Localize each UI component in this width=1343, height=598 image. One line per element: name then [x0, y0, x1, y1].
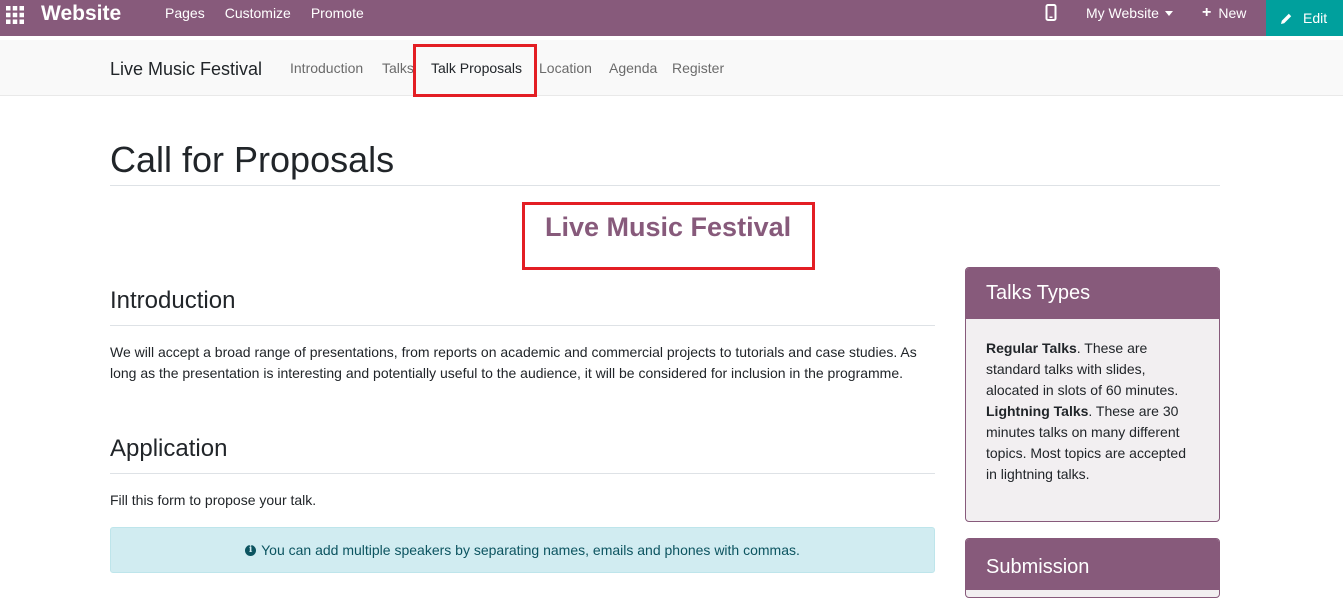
tab-agenda[interactable]: Agenda: [609, 60, 657, 76]
title-divider: [110, 185, 1220, 186]
website-switcher[interactable]: My Website: [1086, 5, 1173, 21]
menu-customize[interactable]: Customize: [225, 5, 291, 21]
introduction-heading: Introduction: [110, 287, 236, 314]
talk-types-heading: Talks Types: [966, 268, 1219, 319]
menu-pages[interactable]: Pages: [165, 5, 205, 21]
highlight-box-subtitle: [522, 202, 815, 270]
regular-talks-label: Regular Talks: [986, 340, 1077, 356]
mobile-preview-icon[interactable]: [1044, 4, 1058, 22]
talk-types-card: Talks Types Regular Talks. These are sta…: [965, 267, 1220, 522]
introduction-divider: [110, 325, 935, 326]
info-circle-icon: i: [245, 544, 257, 556]
new-button-label: New: [1218, 5, 1247, 21]
edit-button[interactable]: Edit: [1266, 0, 1343, 36]
application-text: Fill this form to propose your talk.: [110, 492, 317, 508]
apps-grid-icon[interactable]: [6, 6, 24, 24]
new-button[interactable]: + New: [1202, 4, 1247, 22]
admin-top-bar: Website Pages Customize Promote My Websi…: [0, 0, 1343, 36]
edit-button-label: Edit: [1303, 10, 1328, 26]
plus-icon: +: [1202, 4, 1212, 21]
tab-register[interactable]: Register: [672, 60, 724, 76]
submission-card: Submission: [965, 538, 1220, 598]
menu-promote[interactable]: Promote: [311, 5, 364, 21]
application-divider: [110, 473, 935, 474]
introduction-text: We will accept a broad range of presenta…: [110, 344, 917, 381]
alert-text: You can add multiple speakers by separat…: [261, 542, 800, 558]
tab-talks[interactable]: Talks: [382, 60, 414, 76]
speakers-info-alert: i You can add multiple speakers by separ…: [110, 527, 935, 573]
top-menu: Pages Customize Promote: [165, 5, 364, 21]
highlight-box-talk-proposals: [413, 44, 537, 97]
lightning-talks-label: Lightning Talks: [986, 403, 1089, 419]
tab-introduction[interactable]: Introduction: [290, 60, 363, 76]
website-switcher-label: My Website: [1086, 5, 1159, 21]
page-title: Call for Proposals: [110, 139, 395, 180]
chevron-down-icon: [1164, 10, 1173, 16]
talk-types-body: Regular Talks. These are standard talks …: [966, 319, 1219, 485]
event-navbar: Live Music Festival Introduction Talks T…: [0, 40, 1343, 96]
app-brand-title[interactable]: Website: [41, 2, 121, 26]
event-title[interactable]: Live Music Festival: [110, 59, 262, 80]
submission-heading: Submission: [966, 539, 1219, 590]
pencil-icon: [1280, 12, 1293, 25]
application-heading: Application: [110, 435, 228, 462]
tab-location[interactable]: Location: [539, 60, 592, 76]
